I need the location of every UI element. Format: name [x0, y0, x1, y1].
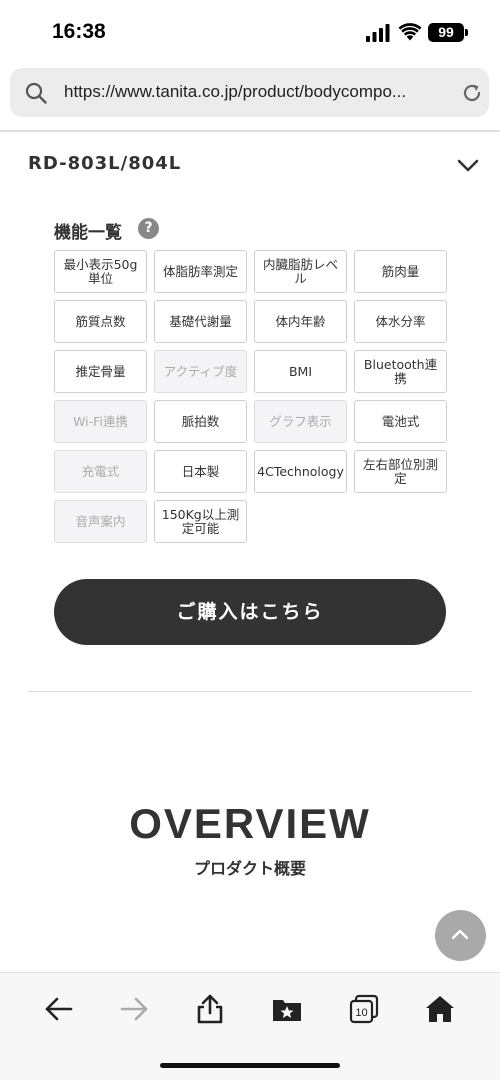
feature-item: 筋肉量 — [354, 250, 447, 293]
tabs-count: 10 — [355, 1007, 367, 1019]
feature-item: 脈拍数 — [154, 400, 247, 443]
feature-item-disabled: グラフ表示 — [254, 400, 347, 443]
share-icon[interactable] — [194, 993, 226, 1025]
feature-item-disabled: アクティブ度 — [154, 350, 247, 393]
feature-item: 体水分率 — [354, 300, 447, 343]
feature-item: 基礎代謝量 — [154, 300, 247, 343]
home-icon[interactable] — [424, 993, 456, 1025]
status-bar: 16:38 99 — [0, 0, 500, 64]
battery-tip — [465, 29, 468, 36]
forward-arrow-icon[interactable] — [118, 993, 150, 1025]
bookmarks-icon[interactable] — [271, 993, 303, 1025]
back-arrow-icon[interactable] — [43, 993, 75, 1025]
battery-indicator: 99 — [428, 23, 464, 42]
address-bar[interactable]: https://www.tanita.co.jp/product/bodycom… — [10, 68, 489, 117]
chevron-down-icon[interactable] — [455, 156, 481, 174]
product-model-title[interactable]: RD-803L/804L — [28, 153, 181, 174]
status-time: 16:38 — [52, 20, 106, 43]
feature-item: 推定骨量 — [54, 350, 147, 393]
features-heading: 機能一覧 — [54, 223, 122, 243]
chevron-up-icon — [451, 929, 469, 940]
feature-item: 筋質点数 — [54, 300, 147, 343]
buy-button[interactable]: ご購入はこちら — [54, 579, 446, 645]
search-icon — [25, 82, 47, 104]
home-indicator — [160, 1063, 340, 1068]
feature-grid: 最小表示50g単位 体脂肪率測定 内臓脂肪レベル 筋肉量 筋質点数 基礎代謝量 … — [54, 250, 447, 543]
overview-subtitle: プロダクト概要 — [193, 859, 306, 878]
feature-item-disabled: 充電式 — [54, 450, 147, 493]
overview-title: OVERVIEW — [129, 800, 371, 847]
feature-item: 内臓脂肪レベル — [254, 250, 347, 293]
feature-item: 最小表示50g単位 — [54, 250, 147, 293]
header-divider — [0, 130, 500, 132]
tabs-icon[interactable]: 10 — [348, 993, 380, 1025]
scroll-to-top-button[interactable] — [435, 910, 486, 961]
feature-item: Bluetooth連携 — [354, 350, 447, 393]
feature-item: 150Kg以上測定可能 — [154, 500, 247, 543]
cellular-signal-icon — [366, 24, 390, 42]
feature-item: 体脂肪率測定 — [154, 250, 247, 293]
feature-item: 電池式 — [354, 400, 447, 443]
reload-icon[interactable] — [460, 81, 484, 105]
section-divider — [28, 691, 472, 692]
feature-item: 左右部位別測定 — [354, 450, 447, 493]
feature-item-disabled: 音声案内 — [54, 500, 147, 543]
feature-item: 4CTechnology — [254, 450, 347, 493]
url-text[interactable]: https://www.tanita.co.jp/product/bodycom… — [64, 82, 452, 102]
feature-item-disabled: Wi-Fi連携 — [54, 400, 147, 443]
feature-item: BMI — [254, 350, 347, 393]
help-icon[interactable]: ? — [138, 218, 159, 239]
feature-item: 日本製 — [154, 450, 247, 493]
feature-item: 体内年齢 — [254, 300, 347, 343]
wifi-icon — [398, 23, 422, 41]
